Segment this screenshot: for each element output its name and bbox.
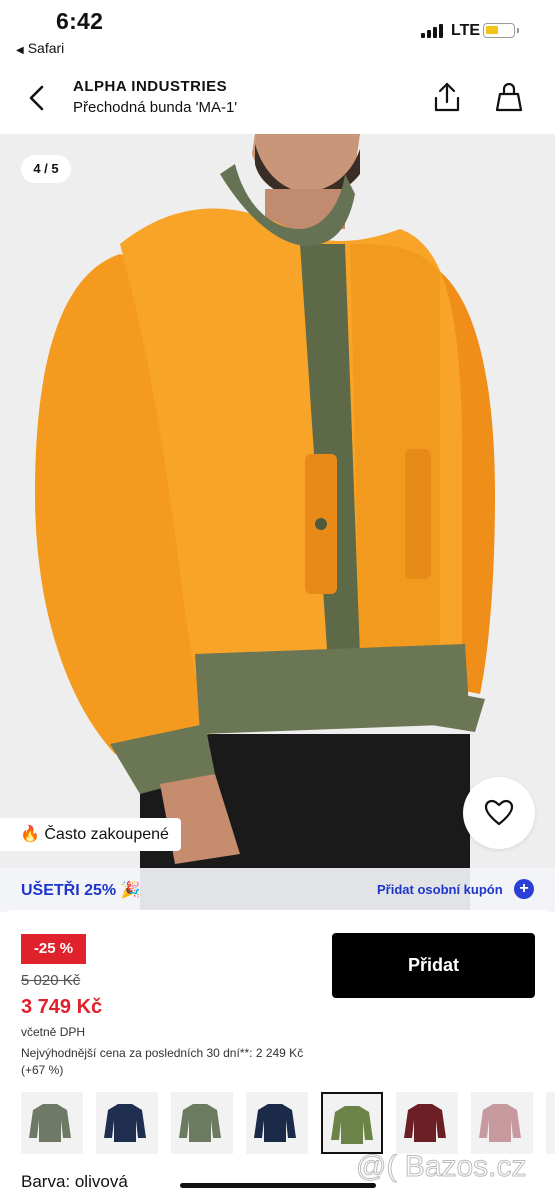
color-variants [0,1092,555,1156]
variant-thumbnail-partial[interactable] [546,1092,555,1154]
home-indicator[interactable] [180,1183,376,1188]
status-bar: 6:42 ◀ Safari LTE [0,0,555,60]
original-price: 5 020 Kč [21,972,81,989]
product-name: Přechodná bunda 'MA-1' [73,99,238,116]
heart-icon [484,799,514,826]
jacket-thumbnail-icon [29,1104,71,1142]
signal-icon [421,24,443,38]
watermark: @( Bazos.cz [356,1150,527,1184]
product-header: ALPHA INDUSTRIES Přechodná bunda 'MA-1' [0,60,555,134]
variant-thumbnail[interactable] [96,1092,158,1154]
share-icon[interactable] [430,80,464,116]
vat-note: včetně DPH [21,1025,86,1039]
battery-icon [483,23,519,38]
promo-bar: UŠETŘI 25% 🎉 Přidat osobní kupón + [0,868,555,912]
plus-icon[interactable]: + [514,879,534,899]
jacket-thumbnail-icon [479,1104,521,1142]
product-image[interactable]: 4 / 5 🔥 Často zakoupené [0,134,555,910]
jacket-thumbnail-icon [104,1104,146,1142]
variant-thumbnail[interactable] [21,1092,83,1154]
back-chevron-icon[interactable] [22,82,52,114]
fire-icon: 🔥 [20,826,40,843]
variant-thumbnail[interactable] [246,1092,308,1154]
brand-name: ALPHA INDUSTRIES [73,78,228,95]
color-label: Barva: olivová [21,1172,128,1191]
variant-thumbnail[interactable] [396,1092,458,1154]
network-type: LTE [451,22,481,39]
image-counter: 4 / 5 [21,155,71,183]
variant-thumbnail-selected[interactable] [321,1092,383,1154]
jacket-thumbnail-icon [254,1104,296,1142]
jacket-thumbnail-icon [179,1104,221,1142]
add-to-cart-button[interactable]: Přidat [332,933,535,998]
lowest-price-note: Nejvýhodnější cena za posledních 30 dní*… [21,1046,304,1077]
popularity-badge: 🔥 Často zakoupené [0,818,181,851]
variant-thumbnail[interactable] [471,1092,533,1154]
popularity-label: Často zakoupené [44,826,169,843]
jacket-thumbnail-icon [331,1106,373,1144]
add-coupon-link[interactable]: Přidat osobní kupón [377,882,503,897]
clock: 6:42 [56,8,104,34]
variant-thumbnail[interactable] [171,1092,233,1154]
back-to-app-link[interactable]: ◀ Safari [16,40,64,56]
shopping-bag-icon[interactable] [493,80,525,116]
jacket-thumbnail-icon [404,1104,446,1142]
favorite-button[interactable] [463,777,535,849]
discount-badge: -25 % [21,934,86,964]
sale-price: 3 749 Kč [21,996,103,1018]
back-app-label: Safari [27,40,65,56]
save-label: UŠETŘI 25% 🎉 [21,882,141,899]
